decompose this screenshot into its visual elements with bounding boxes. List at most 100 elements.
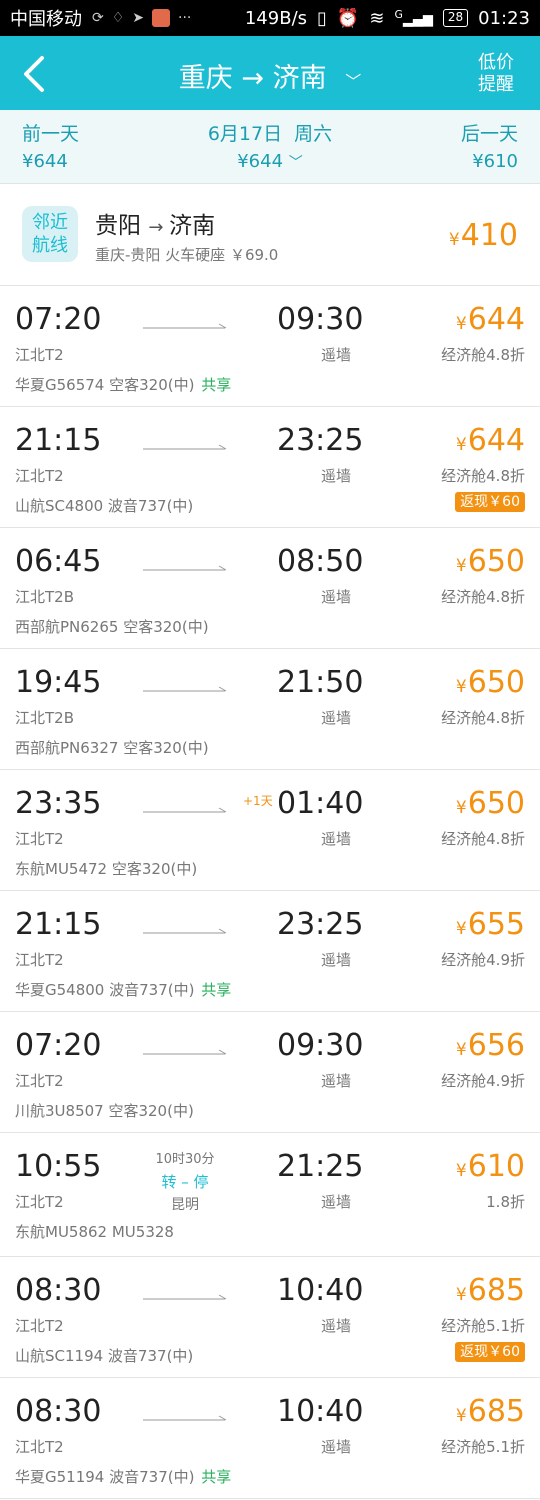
flight-row[interactable]: 08:30 10:40 江北T2 遥墙 华夏G51194 波音737(中) 共享 ¥685… <box>0 1378 540 1499</box>
arrival-time: 09:30 <box>277 302 364 337</box>
arrival-time: 01:40 <box>277 786 364 821</box>
flight-info: 华夏G54800 波音737(中) 共享 <box>15 979 231 1000</box>
route-selector[interactable]: 重庆 → 济南 ﹀ <box>0 56 540 95</box>
flight-info: 山航SC1194 波音737(中) <box>15 1345 193 1366</box>
arrival-airport: 遥墙 <box>321 346 352 364</box>
price-alert-label-1: 低价 <box>478 52 514 73</box>
cabin-discount: 经济舱4.8折 <box>441 830 525 848</box>
price-value: 650 <box>467 786 525 821</box>
currency-symbol: ¥ <box>455 556 467 576</box>
currency-symbol: ¥ <box>455 314 467 334</box>
next-day-badge: +1天 <box>243 794 273 808</box>
battery-indicator: 28 <box>442 9 469 27</box>
arrival-time: 09:30 <box>277 1028 364 1063</box>
nearby-route-card[interactable]: 邻近 航线 贵阳 → 济南 重庆-贵阳 火车硬座 ￥69.0 ¥410 <box>0 184 540 286</box>
flight-arrow-icon <box>143 686 227 692</box>
flight-price: ¥610 <box>456 1149 525 1184</box>
currency-symbol: ¥ <box>455 435 467 455</box>
cabin-discount: 经济舱5.1折 <box>441 1438 525 1456</box>
transfer-city: 昆明 <box>171 1197 199 1213</box>
price-value: 610 <box>467 1149 525 1184</box>
flight-arrow-icon <box>143 1049 227 1055</box>
nearby-route-price: ¥410 <box>449 218 518 253</box>
currency-symbol: ¥ <box>455 1406 467 1426</box>
flight-price: ¥655 <box>456 907 525 942</box>
arrival-airport: 遥墙 <box>321 467 352 485</box>
flight-price: ¥644 <box>456 423 525 458</box>
current-weekday: 周六 <box>294 123 333 145</box>
departure-time: 23:35 <box>15 786 102 821</box>
cabin-discount: 经济舱4.8折 <box>441 588 525 606</box>
nearby-price-value: 410 <box>460 218 518 253</box>
nearby-route-badge: 邻近 航线 <box>22 206 78 262</box>
flight-row[interactable]: 10:55 21:25 江北T2 遥墙 10时30分转 – 停昆明 东航MU5862 MU… <box>0 1133 540 1257</box>
next-day-button[interactable]: 后一天 ¥610 <box>461 120 518 176</box>
badge-line-1: 邻近 <box>32 212 68 233</box>
arrival-airport: 遥墙 <box>321 1193 352 1211</box>
current-date-picker[interactable]: 6月17日 周六 ¥644 ﹀ <box>0 120 540 177</box>
arrival-airport: 遥墙 <box>321 951 352 969</box>
departure-terminal: 江北T2 <box>15 1193 64 1211</box>
current-date: 6月17日 <box>207 123 283 145</box>
departure-terminal: 江北T2 <box>15 1438 64 1456</box>
flight-arrow-icon <box>143 807 227 813</box>
departure-time: 10:55 <box>15 1149 102 1184</box>
flight-info: 山航SC4800 波音737(中) <box>15 495 193 516</box>
flight-row[interactable]: 19:45 21:50 江北T2B 遥墙 西部航PN6327 空客320(中) ¥650 经… <box>0 649 540 770</box>
flight-price: ¥656 <box>456 1028 525 1063</box>
arrival-airport: 遥墙 <box>321 709 352 727</box>
cashback-badge: 返现￥60 <box>455 492 525 512</box>
departure-terminal: 江北T2 <box>15 346 64 364</box>
flight-info: 华夏G51194 波音737(中) 共享 <box>15 1466 231 1487</box>
vibrate-icon: ▯ <box>317 7 327 29</box>
airline-flight-aircraft: 山航SC1194 波音737(中) <box>15 1347 194 1365</box>
cabin-discount: 经济舱4.8折 <box>441 709 525 727</box>
status-bar: 中国移动 ⟳ ♢ ➤ ··· 149B/s ▯ ⏰ ≋ G▂▄▆ 28 01:2… <box>0 0 540 36</box>
departure-terminal: 江北T2 <box>15 830 64 848</box>
flight-arrow-icon <box>143 444 227 450</box>
flight-row[interactable]: 07:20 09:30 江北T2 遥墙 华夏G56574 空客320(中) 共享 ¥644… <box>0 286 540 407</box>
app-icon <box>152 9 171 27</box>
departure-time: 06:45 <box>15 544 102 579</box>
send-icon: ➤ <box>132 10 145 26</box>
flight-row[interactable]: 07:20 09:30 江北T2 遥墙 川航3U8507 空客320(中) ¥656 经济舱… <box>0 1012 540 1133</box>
price-value: 644 <box>467 302 525 337</box>
network-speed: 149B/s <box>244 7 308 29</box>
arrival-airport: 遥墙 <box>321 1317 352 1335</box>
airline-flight-aircraft: 华夏G54800 波音737(中) <box>15 981 195 999</box>
departure-terminal: 江北T2B <box>15 709 74 727</box>
current-day-price: ¥644 <box>237 151 284 172</box>
arrival-time: 10:40 <box>277 1394 364 1429</box>
airline-flight-aircraft: 山航SC4800 波音737(中) <box>15 497 194 515</box>
arrival-airport: 遥墙 <box>321 588 352 606</box>
route-arrow-icon: → <box>241 63 273 94</box>
flight-info: 东航MU5862 MU5328 <box>15 1221 174 1242</box>
codeshare-tag: 共享 <box>201 1468 232 1486</box>
signal-icon: G▂▄▆ <box>394 8 433 28</box>
departure-terminal: 江北T2 <box>15 467 64 485</box>
flight-row[interactable]: 23:35 01:40 江北T2 遥墙 +1天 东航MU5472 空客320(中) ¥650… <box>0 770 540 891</box>
departure-time: 19:45 <box>15 665 102 700</box>
airline-flight-aircraft: 东航MU5862 MU5328 <box>15 1223 174 1241</box>
next-day-label: 后一天 <box>460 123 518 145</box>
flight-row[interactable]: 08:30 10:40 江北T2 遥墙 山航SC1194 波音737(中) ¥685 经济舱… <box>0 1257 540 1378</box>
notification-icon: ⟳ <box>92 10 104 26</box>
flight-row[interactable]: 21:15 23:25 江北T2 遥墙 山航SC4800 波音737(中) ¥644 经济舱… <box>0 407 540 528</box>
flight-row[interactable]: 21:15 23:25 江北T2 遥墙 华夏G54800 波音737(中) 共享 ¥655… <box>0 891 540 1012</box>
cabin-discount: 经济舱5.1折 <box>441 1317 525 1335</box>
flight-info: 西部航PN6327 空客320(中) <box>15 737 209 758</box>
price-value: 656 <box>467 1028 525 1063</box>
flight-row[interactable]: 06:45 08:50 江北T2B 遥墙 西部航PN6265 空客320(中) ¥650 经… <box>0 528 540 649</box>
destination-city: 济南 <box>272 63 327 94</box>
notification-icons: ⟳ ♢ ➤ ··· <box>92 9 191 27</box>
flight-info: 川航3U8507 空客320(中) <box>15 1100 194 1121</box>
flight-arrow-icon <box>143 928 227 934</box>
arrival-airport: 遥墙 <box>321 830 352 848</box>
price-alert-button[interactable]: 低价 提醒 <box>476 52 516 96</box>
nearby-destination: 济南 <box>169 213 216 239</box>
airline-flight-aircraft: 东航MU5472 空客320(中) <box>15 860 198 878</box>
nearby-origin: 贵阳 <box>95 213 141 239</box>
currency-symbol: ¥ <box>455 1161 467 1181</box>
notification-icon: ♢ <box>111 10 125 26</box>
flight-info: 东航MU5472 空客320(中) <box>15 858 197 879</box>
